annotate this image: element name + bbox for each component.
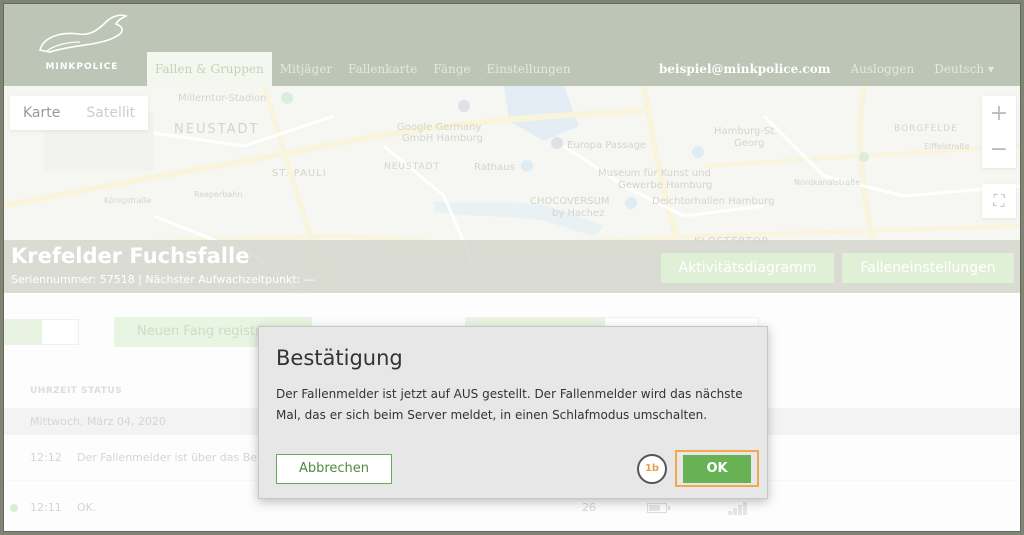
app-window: MINKPOLICE Fallen & Gruppen Mitjäger Fal…: [3, 3, 1021, 532]
cancel-button[interactable]: Abbrechen: [276, 454, 392, 484]
dialog-title: Bestätigung: [276, 346, 403, 370]
ok-button[interactable]: OK: [683, 455, 751, 483]
step-badge: 1b: [637, 454, 667, 484]
dialog-body: Der Fallenmelder ist jetzt auf AUS geste…: [276, 387, 743, 422]
confirmation-dialog: Bestätigung Der Fallenmelder ist jetzt a…: [258, 326, 768, 499]
